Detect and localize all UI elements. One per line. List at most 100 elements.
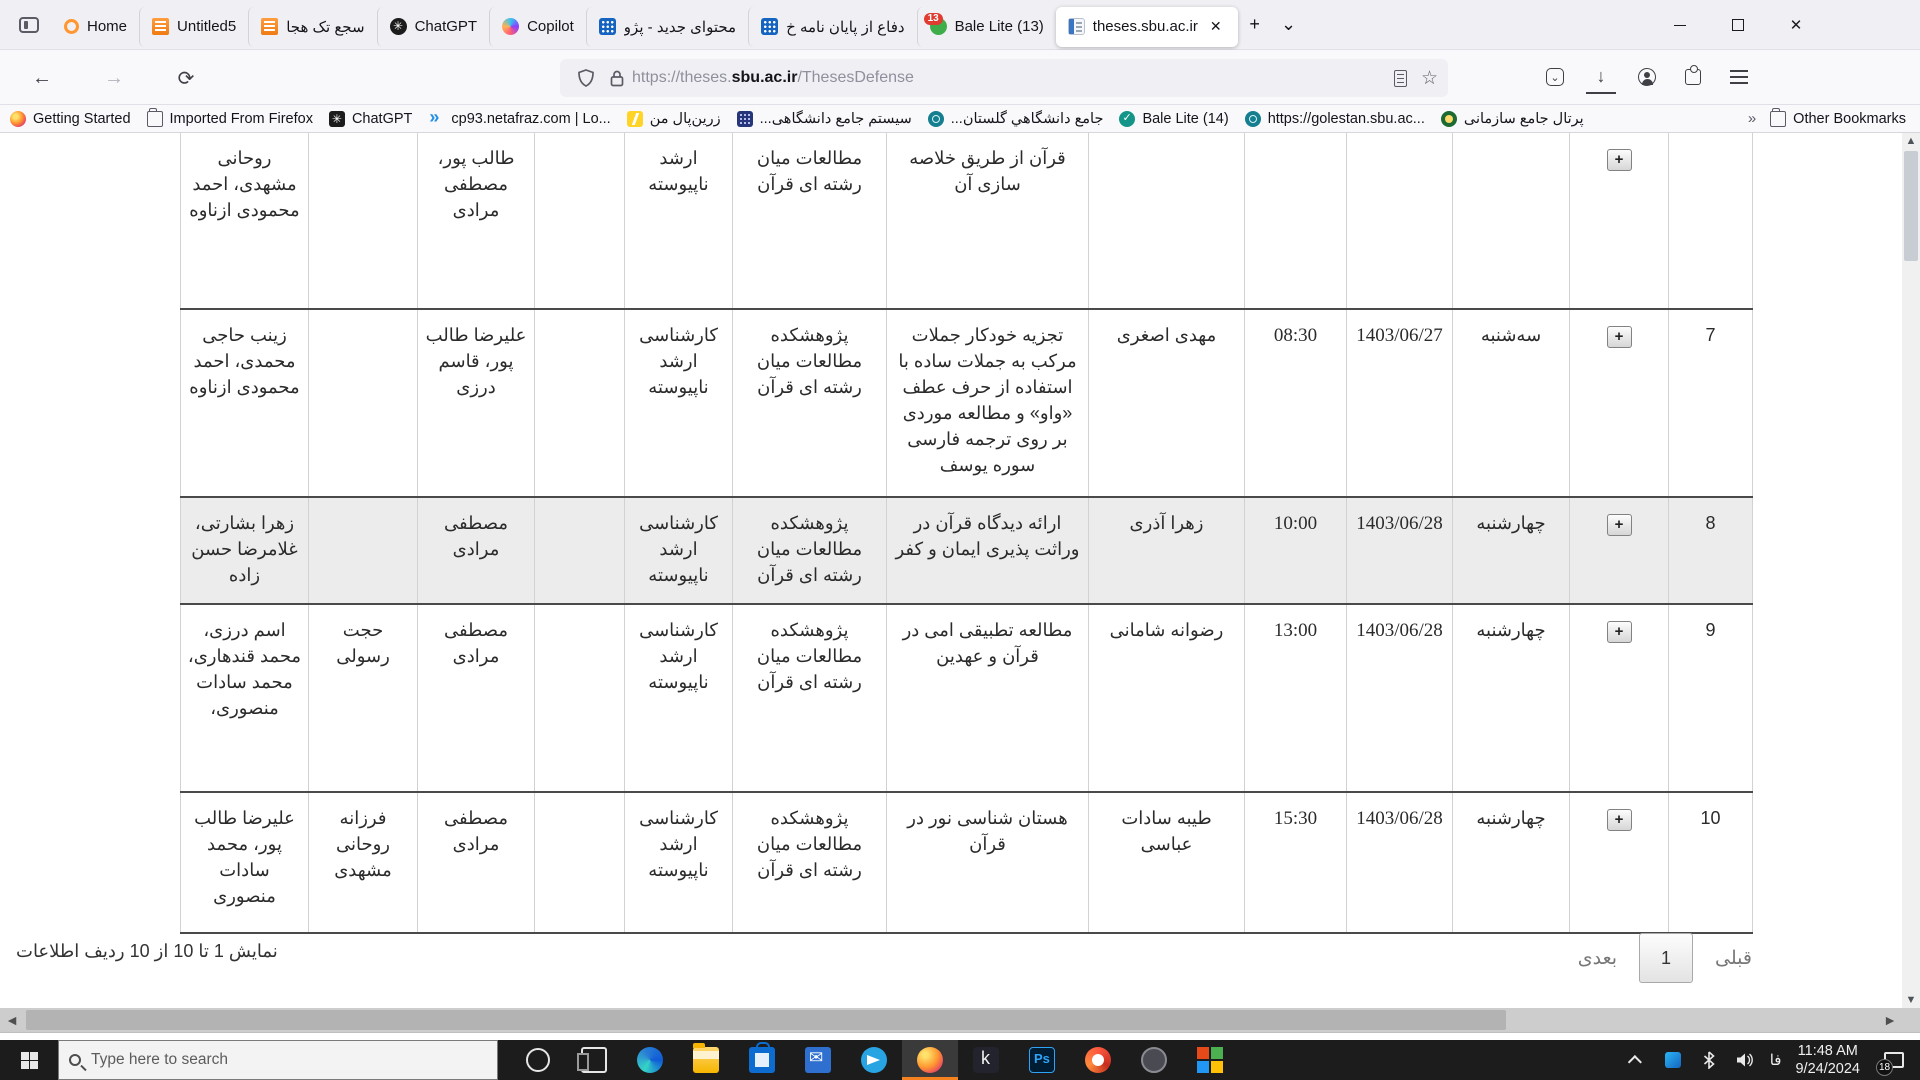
- firefox-taskbar-button[interactable]: [902, 1040, 958, 1080]
- pagination-next[interactable]: بعدی: [1578, 947, 1617, 970]
- vertical-scrollbar[interactable]: ▲ ▼: [1902, 133, 1920, 1008]
- expand-row-button[interactable]: +: [1607, 326, 1632, 348]
- bookmark-item-9[interactable]: پرتال جامع سازمانی: [1441, 111, 1584, 127]
- bookmark-item-3[interactable]: cp93.netafraz.com | Lo...: [428, 111, 610, 127]
- task-view-taskbar-button[interactable]: [566, 1040, 622, 1080]
- lock-icon[interactable]: [610, 70, 624, 87]
- bookmark-item-6[interactable]: جامع دانشگاهي گلستان...: [928, 111, 1104, 127]
- back-button[interactable]: ←: [24, 60, 60, 96]
- bookmark-label: https://golestan.sbu.ac...: [1268, 111, 1425, 127]
- taskbar-clock[interactable]: 11:48 AM 9/24/2024: [1795, 1042, 1860, 1078]
- tracking-shield-icon[interactable]: [578, 69, 594, 87]
- expand-row-button[interactable]: +: [1607, 514, 1632, 536]
- windows-taskbar: Type here to search فا 11:48 AM 9/24/202…: [0, 1040, 1920, 1080]
- downloads-icon[interactable]: ↓: [1586, 60, 1616, 94]
- new-tab-button[interactable]: +: [1238, 8, 1272, 42]
- account-icon[interactable]: [1632, 60, 1662, 94]
- file-explorer-taskbar-button[interactable]: [678, 1040, 734, 1080]
- cell-degree: ارشد ناپیوسته: [625, 133, 733, 309]
- cell-time: 13:00: [1245, 604, 1347, 792]
- firefox-view-icon: [19, 17, 39, 33]
- tab-label: Copilot: [527, 18, 574, 35]
- scroll-down-arrow[interactable]: ▼: [1902, 992, 1920, 1008]
- tray-colored-icon[interactable]: [1662, 1052, 1684, 1068]
- bookmark-item-1[interactable]: Imported From Firefox: [147, 111, 313, 127]
- url-subdomain: theses.: [680, 69, 732, 86]
- url-bar[interactable]: https://theses.sbu.ac.ir/ThesesDefense ☆: [560, 59, 1448, 97]
- volume-icon[interactable]: [1734, 1052, 1756, 1068]
- folder-icon: [1770, 111, 1786, 127]
- bookmark-item-4[interactable]: زرین‌پال من: [627, 111, 721, 127]
- cell-num: [1669, 133, 1753, 309]
- tab-1[interactable]: Untitled5: [139, 7, 248, 47]
- extensions-icon[interactable]: [1678, 60, 1708, 94]
- hidden-icons-chevron[interactable]: [1626, 1055, 1648, 1065]
- vertical-scroll-thumb[interactable]: [1904, 151, 1918, 261]
- cell-day: چهارشنبه: [1453, 792, 1570, 933]
- notification-center[interactable]: 18: [1874, 1040, 1914, 1080]
- firefox-view-button[interactable]: [6, 7, 52, 43]
- minimize-button[interactable]: [1660, 8, 1700, 42]
- restore-button[interactable]: [1718, 8, 1758, 42]
- bluetooth-icon[interactable]: [1698, 1051, 1720, 1069]
- photoshop-taskbar-button[interactable]: [1014, 1040, 1070, 1080]
- tab-4[interactable]: Copilot: [489, 7, 586, 47]
- tab-close-icon[interactable]: ✕: [1206, 16, 1226, 37]
- reload-button[interactable]: ⟳: [168, 60, 204, 96]
- cortana-taskbar-button[interactable]: [510, 1040, 566, 1080]
- language-indicator[interactable]: فا: [1770, 1051, 1782, 1069]
- url-text[interactable]: https://theses.sbu.ac.ir/ThesesDefense: [632, 69, 1394, 87]
- reader-mode-icon[interactable]: [1394, 70, 1407, 87]
- scroll-right-arrow[interactable]: ►: [1878, 1008, 1902, 1032]
- taskbar-search[interactable]: Type here to search: [58, 1040, 498, 1080]
- tab-label: Home: [87, 18, 127, 35]
- cell-dept: پژوهشکده مطالعات میان رشته ای قرآن: [733, 497, 887, 604]
- other-bookmarks[interactable]: Other Bookmarks: [1770, 111, 1906, 127]
- telegram-taskbar-button[interactable]: [846, 1040, 902, 1080]
- bookmark-item-7[interactable]: Bale Lite (14): [1119, 111, 1228, 127]
- store-taskbar-button[interactable]: [734, 1040, 790, 1080]
- table-row-7: 7+سه‌شنبه1403/06/2708:30مهدی اصغریتجزیه …: [181, 309, 1753, 497]
- start-button[interactable]: [0, 1040, 58, 1080]
- tab-6[interactable]: دفاع از پایان نامه خ: [748, 7, 916, 47]
- pagination-page-1[interactable]: 1: [1639, 933, 1693, 983]
- pagination-prev[interactable]: قبلی: [1715, 947, 1752, 970]
- k-app-taskbar-button[interactable]: [958, 1040, 1014, 1080]
- tab-3[interactable]: ChatGPT: [377, 7, 490, 47]
- bookmark-item-0[interactable]: Getting Started: [10, 111, 131, 127]
- bookmark-star-icon[interactable]: ☆: [1421, 67, 1438, 90]
- red-app-taskbar-button[interactable]: [1070, 1040, 1126, 1080]
- scroll-up-arrow[interactable]: ▲: [1902, 133, 1920, 149]
- bookmark-item-8[interactable]: https://golestan.sbu.ac...: [1245, 111, 1425, 127]
- store-icon: [749, 1047, 775, 1073]
- tab-7[interactable]: 13Bale Lite (13): [917, 7, 1056, 47]
- bookmark-item-2[interactable]: ChatGPT: [329, 111, 412, 127]
- pocket-icon[interactable]: ⌄: [1540, 60, 1570, 94]
- cell-degree: کارشناسی ارشد ناپیوسته: [625, 792, 733, 933]
- chatgpt-icon: [329, 111, 345, 127]
- list-all-tabs-button[interactable]: ⌄: [1272, 8, 1306, 42]
- bookmarks-overflow-chevron[interactable]: »: [1748, 110, 1756, 127]
- mail-taskbar-button[interactable]: [790, 1040, 846, 1080]
- tab-0[interactable]: Home: [52, 7, 139, 47]
- expand-row-button[interactable]: +: [1607, 809, 1632, 831]
- grid-app-taskbar-button[interactable]: [1182, 1040, 1238, 1080]
- cell-date: 1403/06/28: [1347, 792, 1453, 933]
- expand-row-button[interactable]: +: [1607, 149, 1632, 171]
- horizontal-scroll-thumb[interactable]: [26, 1010, 1506, 1030]
- scroll-left-arrow[interactable]: ◄: [0, 1008, 24, 1032]
- forward-button[interactable]: →: [96, 60, 132, 96]
- tab-active[interactable]: theses.sbu.ac.ir✕: [1056, 7, 1238, 47]
- edge-taskbar-button[interactable]: [622, 1040, 678, 1080]
- bookmark-item-5[interactable]: سیستم جامع دانشگاهی...: [737, 111, 912, 127]
- table-row-partial: +قرآن از طریق خلاصه سازی آنمطالعات میان …: [181, 133, 1753, 309]
- horizontal-scrollbar[interactable]: ◄ ►: [0, 1008, 1920, 1032]
- tab-2[interactable]: سجع تک هجا: [248, 7, 376, 47]
- close-window-button[interactable]: [1776, 8, 1816, 42]
- dark-app-taskbar-button[interactable]: [1126, 1040, 1182, 1080]
- tab-5[interactable]: محتوای جدید - پژو: [586, 7, 748, 47]
- cell-day: [1453, 133, 1570, 309]
- other-bookmarks-label: Other Bookmarks: [1793, 111, 1906, 127]
- menu-hamburger-icon[interactable]: [1724, 60, 1754, 94]
- expand-row-button[interactable]: +: [1607, 621, 1632, 643]
